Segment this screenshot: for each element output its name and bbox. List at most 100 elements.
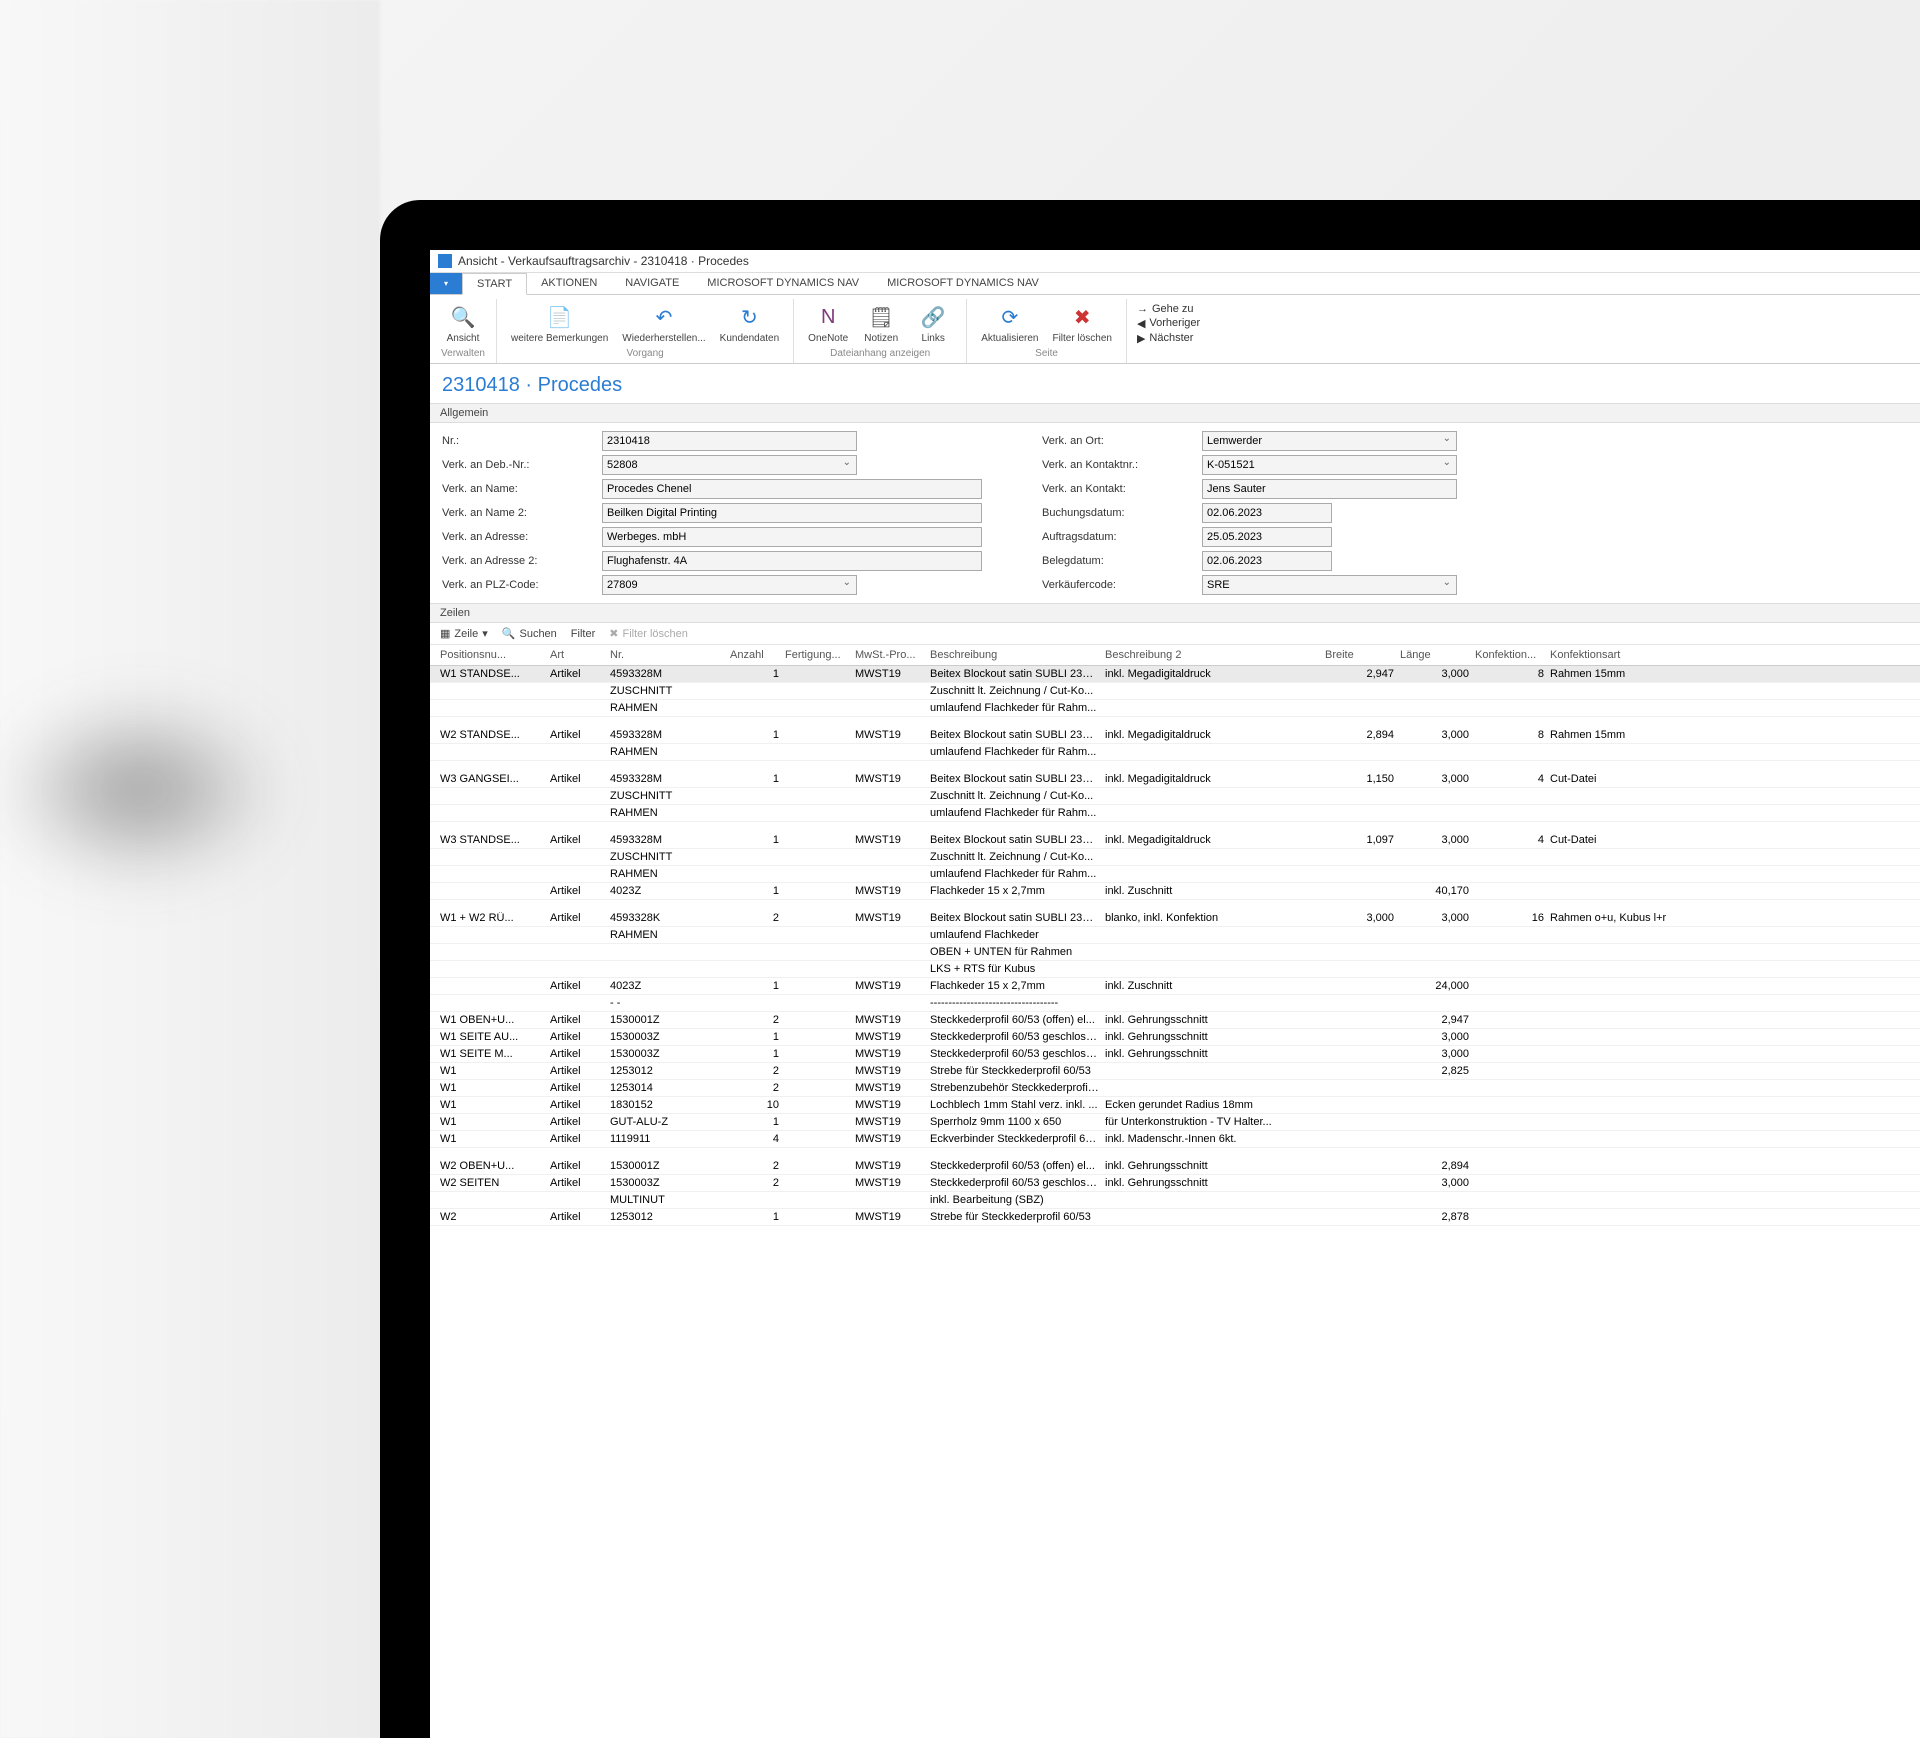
ansicht-button[interactable]: 🔍 Ansicht <box>438 301 488 346</box>
cell: 3,000 <box>1325 912 1400 924</box>
table-row[interactable]: RAHMENumlaufend Flachkeder für Rahm... <box>430 744 1920 761</box>
table-row[interactable]: ZUSCHNITTZuschnitt lt. Zeichnung / Cut-K… <box>430 849 1920 866</box>
cell: 8 <box>1475 668 1550 680</box>
gehe-zu-link[interactable]: →Gehe zu <box>1137 303 1200 315</box>
column-header[interactable]: Konfektion... <box>1475 649 1550 661</box>
chevron-down-icon: ⌄ <box>1443 577 1451 588</box>
table-row[interactable]: W1ArtikelGUT-ALU-Z1MWST19Sperrholz 9mm 1… <box>430 1114 1920 1131</box>
form-input[interactable] <box>602 503 982 523</box>
grid-body: W1 STANDSE...Artikel4593328M1MWST19Beite… <box>430 666 1920 1226</box>
form-input[interactable] <box>1202 431 1457 451</box>
aktualisieren-button[interactable]: ⟳ Aktualisieren <box>975 301 1044 346</box>
table-row[interactable]: W1 SEITE AU...Artikel1530003Z1MWST19Stec… <box>430 1029 1920 1046</box>
form-input[interactable] <box>1202 503 1332 523</box>
column-header[interactable]: Beschreibung 2 <box>1105 649 1325 661</box>
form-input[interactable] <box>602 431 857 451</box>
cell: MWST19 <box>855 1160 930 1172</box>
tab-navigate[interactable]: NAVIGATE <box>611 273 693 294</box>
form-input[interactable] <box>602 527 982 547</box>
column-header[interactable]: Konfektionsart <box>1550 649 1680 661</box>
section-zeilen[interactable]: Zeilen <box>430 603 1920 623</box>
column-header[interactable]: Länge <box>1400 649 1475 661</box>
table-row[interactable]: W2 STANDSE...Artikel4593328M1MWST19Beite… <box>430 727 1920 744</box>
table-row[interactable]: W1Artikel12530122MWST19Strebe für Steckk… <box>430 1063 1920 1080</box>
wiederherstellen-button[interactable]: ↶ Wiederherstellen... <box>616 301 711 346</box>
cell: MWST19 <box>855 1065 930 1077</box>
table-row[interactable]: W2 OBEN+U...Artikel1530001Z2MWST19Steckk… <box>430 1158 1920 1175</box>
naechster-link[interactable]: ▶Nächster <box>1137 332 1200 345</box>
cell: Strebe für Steckkederprofil 60/53 <box>930 1211 1105 1223</box>
tab-start[interactable]: START <box>462 273 527 295</box>
table-row[interactable]: W1Artikel12530142MWST19Strebenzubehör St… <box>430 1080 1920 1097</box>
cell: inkl. Zuschnitt <box>1105 885 1325 897</box>
bemerkungen-button[interactable]: 📄 weitere Bemerkungen <box>505 301 614 346</box>
form-row: Auftragsdatum: <box>1042 527 1457 547</box>
column-header[interactable]: Anzahl <box>730 649 785 661</box>
table-row[interactable]: RAHMENumlaufend Flachkeder <box>430 927 1920 944</box>
table-row[interactable]: MULTINUTinkl. Bearbeitung (SBZ) <box>430 1192 1920 1209</box>
form-label: Buchungsdatum: <box>1042 507 1192 519</box>
table-row[interactable]: W3 GANGSEI...Artikel4593328M1MWST19Beite… <box>430 771 1920 788</box>
cell: RAHMEN <box>610 702 730 714</box>
form-row: Verk. an Name 2: <box>442 503 982 523</box>
table-row[interactable]: W1Artikel11199114MWST19Eckverbinder Stec… <box>430 1131 1920 1148</box>
table-row[interactable]: ZUSCHNITTZuschnitt lt. Zeichnung / Cut-K… <box>430 683 1920 700</box>
form-label: Verk. an Deb.-Nr.: <box>442 459 592 471</box>
table-row[interactable]: W1 STANDSE...Artikel4593328M1MWST19Beite… <box>430 666 1920 683</box>
zeile-menu[interactable]: ▦Zeile▾ <box>440 627 488 640</box>
cell: 1 <box>730 1116 785 1128</box>
table-row[interactable]: ZUSCHNITTZuschnitt lt. Zeichnung / Cut-K… <box>430 788 1920 805</box>
form-input[interactable] <box>602 575 857 595</box>
table-row[interactable]: OBEN + UNTEN für Rahmen <box>430 944 1920 961</box>
table-row[interactable]: - ------------------------------------ <box>430 995 1920 1012</box>
column-header[interactable]: Art <box>550 649 610 661</box>
onenote-button[interactable]: N OneNote <box>802 301 854 346</box>
form-input[interactable] <box>602 551 982 571</box>
column-header[interactable]: Fertigung... <box>785 649 855 661</box>
cell: 4593328M <box>610 773 730 785</box>
column-header[interactable]: Breite <box>1325 649 1400 661</box>
tab-aktionen[interactable]: AKTIONEN <box>527 273 611 294</box>
table-row[interactable]: W2Artikel12530121MWST19Strebe für Steckk… <box>430 1209 1920 1226</box>
filter-loeschen-button[interactable]: ✖Filter löschen <box>609 627 688 640</box>
filter-loeschen-button[interactable]: ✖ Filter löschen <box>1046 301 1117 346</box>
suchen-button[interactable]: 🔍Suchen <box>502 627 557 640</box>
cell: 4 <box>1475 773 1550 785</box>
tab-dynamics-1[interactable]: MICROSOFT DYNAMICS NAV <box>693 273 873 294</box>
notizen-button[interactable]: 🗒 Notizen <box>856 301 906 346</box>
form-input[interactable] <box>1202 551 1332 571</box>
form-input[interactable] <box>1202 479 1457 499</box>
form-input[interactable] <box>1202 455 1457 475</box>
form-label: Auftragsdatum: <box>1042 531 1192 543</box>
table-row[interactable]: LKS + RTS für Kubus <box>430 961 1920 978</box>
form-input[interactable] <box>1202 575 1457 595</box>
column-header[interactable]: MwSt.-Pro... <box>855 649 930 661</box>
form-input[interactable] <box>602 479 982 499</box>
kundendaten-button[interactable]: ↻ Kundendaten <box>714 301 786 346</box>
table-row[interactable]: W1Artikel183015210MWST19Lochblech 1mm St… <box>430 1097 1920 1114</box>
group-label-vorgang: Vorgang <box>626 348 663 361</box>
table-row[interactable]: RAHMENumlaufend Flachkeder für Rahm... <box>430 866 1920 883</box>
table-row[interactable]: W1 OBEN+U...Artikel1530001Z2MWST19Steckk… <box>430 1012 1920 1029</box>
cell: 1 <box>730 1048 785 1060</box>
column-header[interactable]: Positionsnu... <box>440 649 550 661</box>
section-allgemein[interactable]: Allgemein <box>430 403 1920 423</box>
form-input[interactable] <box>602 455 857 475</box>
filter-button[interactable]: Filter <box>571 628 595 640</box>
table-row[interactable]: W3 STANDSE...Artikel4593328M1MWST19Beite… <box>430 832 1920 849</box>
file-menu[interactable] <box>430 273 462 294</box>
table-row[interactable]: Artikel4023Z1MWST19Flachkeder 15 x 2,7mm… <box>430 978 1920 995</box>
tab-dynamics-2[interactable]: MICROSOFT DYNAMICS NAV <box>873 273 1053 294</box>
table-row[interactable]: W2 SEITENArtikel1530003Z2MWST19Steckkede… <box>430 1175 1920 1192</box>
links-button[interactable]: 🔗 Links <box>908 301 958 346</box>
vorheriger-link[interactable]: ◀Vorheriger <box>1137 317 1200 330</box>
table-row[interactable]: Artikel4023Z1MWST19Flachkeder 15 x 2,7mm… <box>430 883 1920 900</box>
table-row[interactable]: RAHMENumlaufend Flachkeder für Rahm... <box>430 700 1920 717</box>
column-header[interactable]: Nr. <box>610 649 730 661</box>
column-header[interactable]: Beschreibung <box>930 649 1105 661</box>
form-input[interactable] <box>1202 527 1332 547</box>
table-row[interactable]: W1 SEITE M...Artikel1530003Z1MWST19Steck… <box>430 1046 1920 1063</box>
table-row[interactable]: RAHMENumlaufend Flachkeder für Rahm... <box>430 805 1920 822</box>
table-row[interactable]: W1 + W2 RÜ...Artikel4593328K2MWST19Beite… <box>430 910 1920 927</box>
cell: W3 GANGSEI... <box>440 773 550 785</box>
